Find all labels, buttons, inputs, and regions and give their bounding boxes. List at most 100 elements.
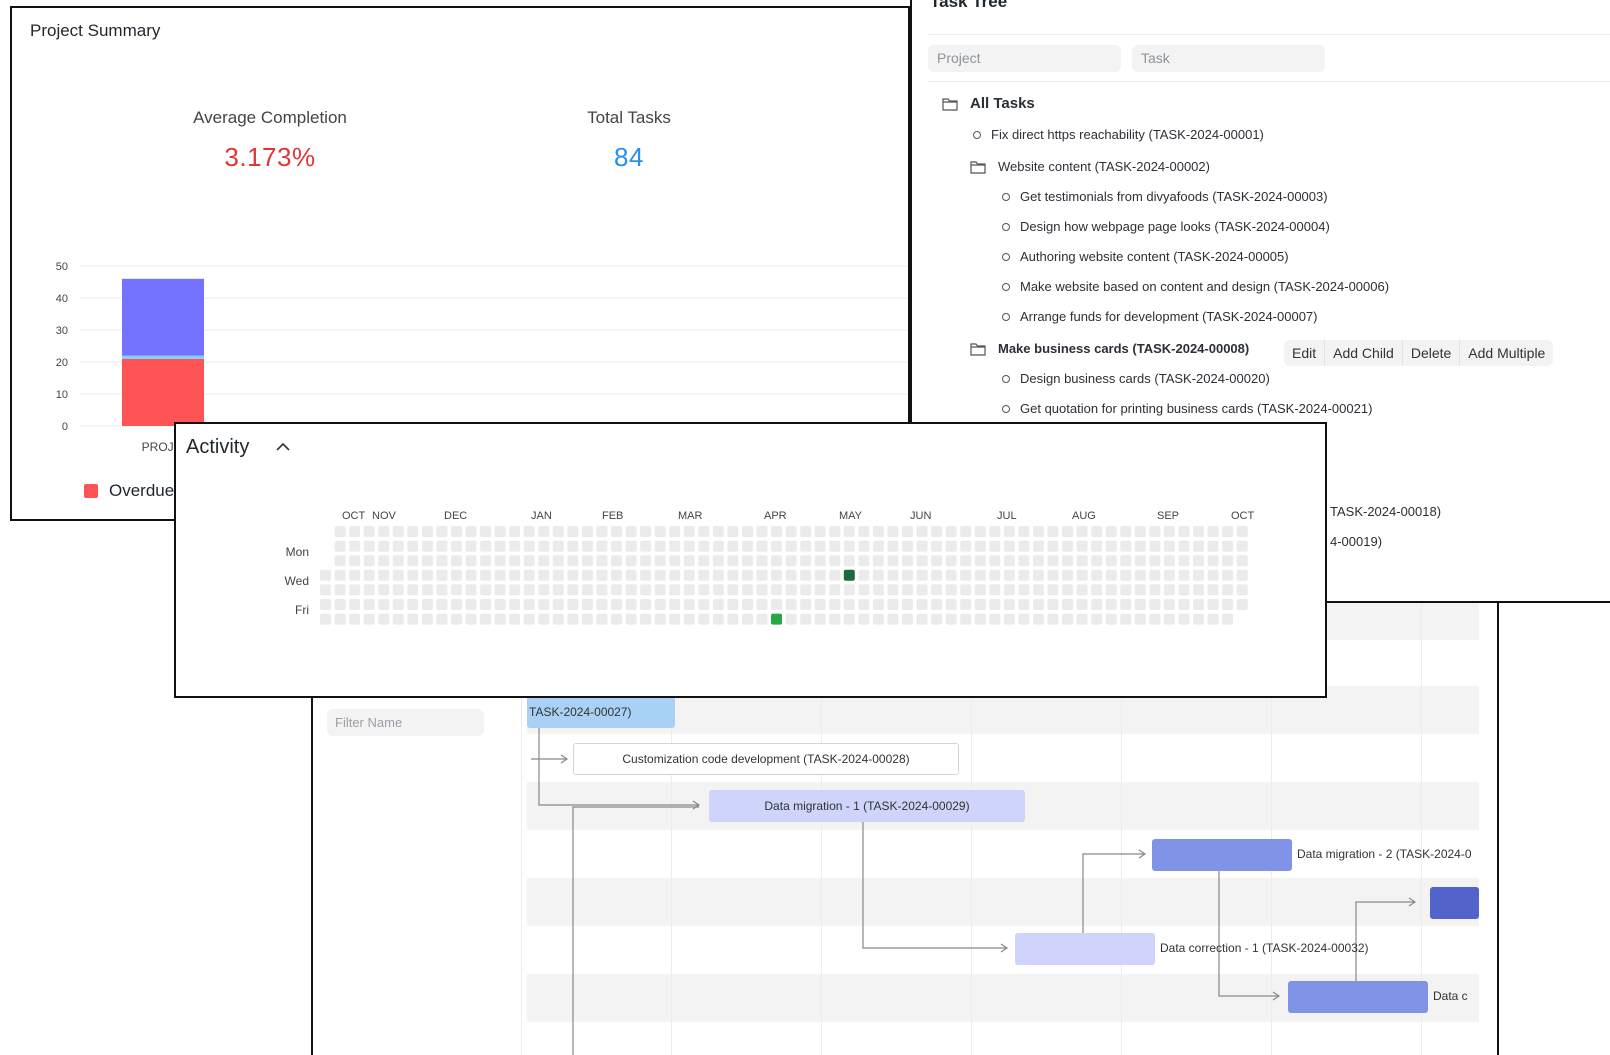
activity-day-cell[interactable] [960,540,972,552]
activity-day-cell[interactable] [654,569,666,581]
activity-day-cell[interactable] [683,569,695,581]
activity-day-cell[interactable] [756,584,768,596]
activity-day-cell[interactable] [756,540,768,552]
activity-day-cell[interactable] [712,555,724,567]
activity-day-cell[interactable] [523,555,535,567]
tree-node-task-00003[interactable]: Get testimonials from divyafoods (TASK-2… [1002,189,1328,204]
activity-day-cell[interactable] [960,526,972,537]
activity-day-cell[interactable] [931,613,943,625]
activity-day-cell[interactable] [552,569,564,581]
activity-day-cell[interactable] [858,569,870,581]
activity-day-cell[interactable] [363,569,375,581]
activity-day-cell[interactable] [742,540,753,552]
activity-day-cell[interactable] [538,569,550,581]
activity-day-cell[interactable] [465,584,477,596]
activity-day-cell[interactable] [349,613,361,625]
activity-day-cell[interactable] [480,613,492,625]
activity-day-cell[interactable] [1236,555,1248,567]
activity-day-cell[interactable] [902,584,913,596]
activity-day-cell[interactable] [800,613,812,625]
activity-day-cell[interactable] [581,599,593,610]
activity-day-cell[interactable] [349,599,361,610]
activity-day-cell[interactable] [683,526,695,537]
activity-day-cell[interactable] [552,613,564,625]
activity-day-cell[interactable] [1149,555,1161,567]
activity-day-cell[interactable] [1120,599,1132,610]
activity-day-cell[interactable] [1120,569,1132,581]
activity-day-cell[interactable] [916,584,928,596]
activity-day-cell[interactable] [960,584,972,596]
activity-day-cell[interactable] [1105,584,1117,596]
activity-day-cell[interactable] [872,540,884,552]
activity-day-cell[interactable] [1062,526,1074,537]
activity-day-cell[interactable] [872,584,884,596]
activity-day-cell[interactable] [538,599,550,610]
activity-day-cell[interactable] [407,526,419,537]
activity-day-cell[interactable] [436,599,448,610]
activity-day-cell[interactable] [1207,569,1219,581]
activity-day-cell[interactable] [1207,526,1219,537]
activity-day-cell[interactable] [654,555,666,567]
activity-day-cell[interactable] [1091,599,1103,610]
activity-day-cell[interactable] [1178,526,1190,537]
activity-day-cell[interactable] [887,540,899,552]
activity-day-cell[interactable] [1003,526,1015,537]
activity-day-cell[interactable] [1163,569,1175,581]
activity-day-cell[interactable] [1091,555,1103,567]
activity-day-cell[interactable] [494,555,506,567]
activity-day-cell[interactable] [989,613,1001,625]
activity-day-cell[interactable] [887,526,899,537]
activity-day-cell[interactable] [320,613,331,625]
activity-day-cell[interactable] [349,540,361,552]
activity-day-cell[interactable] [669,526,681,537]
activity-day-cell[interactable] [858,555,870,567]
activity-day-cell[interactable] [1236,569,1248,581]
activity-day-cell[interactable] [392,599,404,610]
activity-day-cell[interactable] [523,569,535,581]
activity-day-cell[interactable] [509,526,521,537]
bar-segment[interactable] [122,278,204,356]
activity-day-cell[interactable] [1062,555,1074,567]
activity-day-cell[interactable] [1134,613,1146,625]
activity-day-cell[interactable] [1207,555,1219,567]
activity-day-cell[interactable] [581,584,593,596]
activity-day-cell[interactable] [785,555,797,567]
activity-day-cell[interactable] [771,599,782,610]
activity-day-cell[interactable] [945,613,957,625]
activity-day-cell[interactable] [1134,584,1146,596]
activity-day-cell[interactable] [320,584,331,596]
activity-day-cell[interactable] [363,555,375,567]
activity-day-cell[interactable] [349,584,361,596]
activity-day-cell[interactable] [1076,569,1088,581]
activity-day-cell[interactable] [465,569,477,581]
activity-day-cell[interactable] [858,599,870,610]
activity-day-cell[interactable] [858,613,870,625]
activity-day-cell[interactable] [727,569,739,581]
tree-node-task-00006[interactable]: Make website based on content and design… [1002,279,1389,294]
activity-day-cell[interactable] [1193,584,1204,596]
activity-day-cell[interactable] [1018,599,1030,610]
activity-day-cell[interactable] [727,555,739,567]
activity-day-cell[interactable] [596,526,608,537]
task-filter-input[interactable]: Task [1132,45,1325,72]
activity-day-cell[interactable] [1134,555,1146,567]
activity-day-cell[interactable] [698,540,710,552]
activity-day-cell[interactable] [829,599,841,610]
activity-day-cell[interactable] [902,613,913,625]
activity-day-cell[interactable] [625,569,637,581]
activity-day-cell[interactable] [596,540,608,552]
activity-day-cell[interactable] [887,555,899,567]
activity-day-cell[interactable] [887,599,899,610]
activity-day-cell[interactable] [509,613,521,625]
activity-day-cell[interactable] [349,569,361,581]
activity-day-cell[interactable] [960,555,972,567]
activity-day-cell[interactable] [552,584,564,596]
activity-day-cell[interactable] [567,599,579,610]
activity-day-cell[interactable] [931,540,943,552]
activity-day-cell[interactable] [916,613,928,625]
activity-day-cell[interactable] [1062,613,1074,625]
activity-day-cell[interactable] [945,526,957,537]
tree-node-task-00005[interactable]: Authoring website content (TASK-2024-000… [1002,249,1289,264]
gantt-filter-input[interactable]: Filter Name [327,709,484,736]
activity-day-cell[interactable] [625,526,637,537]
